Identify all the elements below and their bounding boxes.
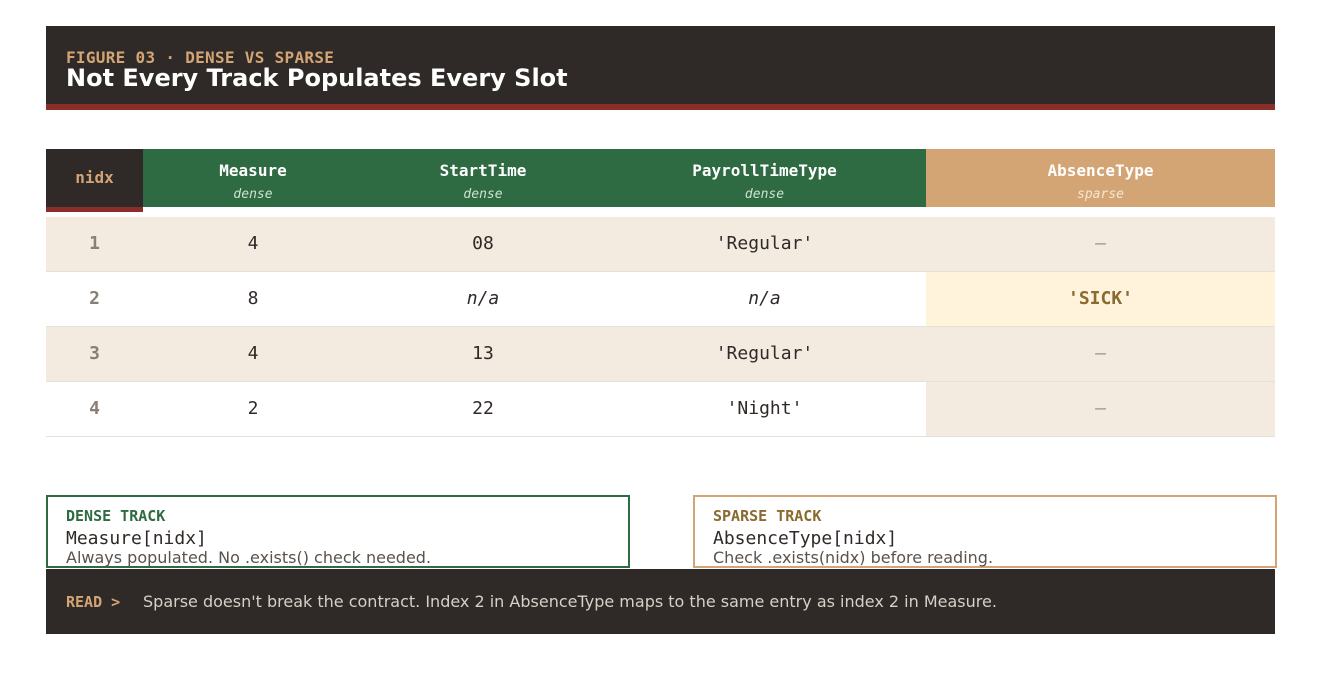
table-header: nidx Measure dense StartTime dense Payro…	[46, 149, 1275, 212]
header-absencetype: AbsenceType	[1047, 161, 1154, 180]
sparse-track-description: Check .exists(nidx) before reading.	[713, 548, 994, 567]
cell-absencetype: 'SICK'	[926, 272, 1275, 326]
figure-header: FIGURE 03 · DENSE VS SPARSE Not Every Tr…	[46, 26, 1275, 110]
table-row: 3 4 13 'Regular' —	[46, 327, 1275, 382]
cell-absencetype: —	[1095, 233, 1106, 254]
cell-payrolltimetype: 'Night'	[726, 398, 803, 419]
cell-nidx: 3	[89, 343, 100, 364]
cell-measure: 4	[247, 343, 259, 364]
track-table: nidx Measure dense StartTime dense Payro…	[46, 149, 1275, 437]
cell-payrolltimetype: n/a	[748, 288, 781, 309]
cell-payrolltimetype: 'Regular'	[715, 233, 814, 254]
cell-absencetype: —	[926, 382, 1275, 436]
read-text: Sparse doesn't break the contract. Index…	[143, 592, 997, 611]
read-label: READ >	[66, 593, 121, 611]
cell-payrolltimetype: 'Regular'	[715, 343, 814, 364]
cell-nidx: 4	[89, 398, 100, 419]
table-body: 1 4 08 'Regular' — 2 8 n/a n/a 'SICK' 3 …	[46, 217, 1275, 437]
dense-track-code: Measure[nidx]	[66, 528, 207, 549]
cell-measure: 2	[247, 398, 259, 419]
cell-starttime: 13	[472, 343, 494, 364]
cell-absencetype: —	[1095, 343, 1106, 364]
header-starttime-kind: dense	[463, 187, 503, 202]
dense-track-description: Always populated. No .exists() check nee…	[66, 548, 432, 567]
cell-measure: 4	[247, 233, 259, 254]
header-absencetype-kind: sparse	[1077, 187, 1124, 202]
header-starttime: StartTime	[439, 161, 527, 180]
table-row: 1 4 08 'Regular' —	[46, 217, 1275, 272]
table-row: 2 8 n/a n/a 'SICK'	[46, 272, 1275, 327]
table-row: 4 2 22 'Night' —	[46, 382, 1275, 437]
read-footer: READ > Sparse doesn't break the contract…	[46, 569, 1275, 634]
dense-track-box: DENSE TRACK Measure[nidx] Always populat…	[46, 495, 630, 568]
cell-nidx: 1	[89, 233, 100, 254]
header-payrolltimetype: PayrollTimeType	[692, 161, 837, 180]
cell-starttime: n/a	[466, 288, 500, 309]
dense-track-label: DENSE TRACK	[66, 507, 166, 525]
header-measure-kind: dense	[233, 187, 273, 202]
sparse-track-code: AbsenceType[nidx]	[713, 528, 898, 549]
cell-nidx: 2	[89, 288, 100, 309]
header-nidx: nidx	[46, 149, 143, 212]
header-measure: Measure	[219, 161, 287, 180]
figure-title: Not Every Track Populates Every Slot	[66, 64, 568, 92]
header-nidx-label: nidx	[75, 168, 114, 187]
cell-measure: 8	[247, 288, 259, 309]
cell-starttime: 08	[472, 233, 494, 254]
cell-starttime: 22	[472, 398, 494, 419]
sparse-track-box: SPARSE TRACK AbsenceType[nidx] Check .ex…	[693, 495, 1277, 568]
sparse-track-label: SPARSE TRACK	[713, 507, 822, 525]
header-payrolltimetype-kind: dense	[744, 187, 785, 202]
